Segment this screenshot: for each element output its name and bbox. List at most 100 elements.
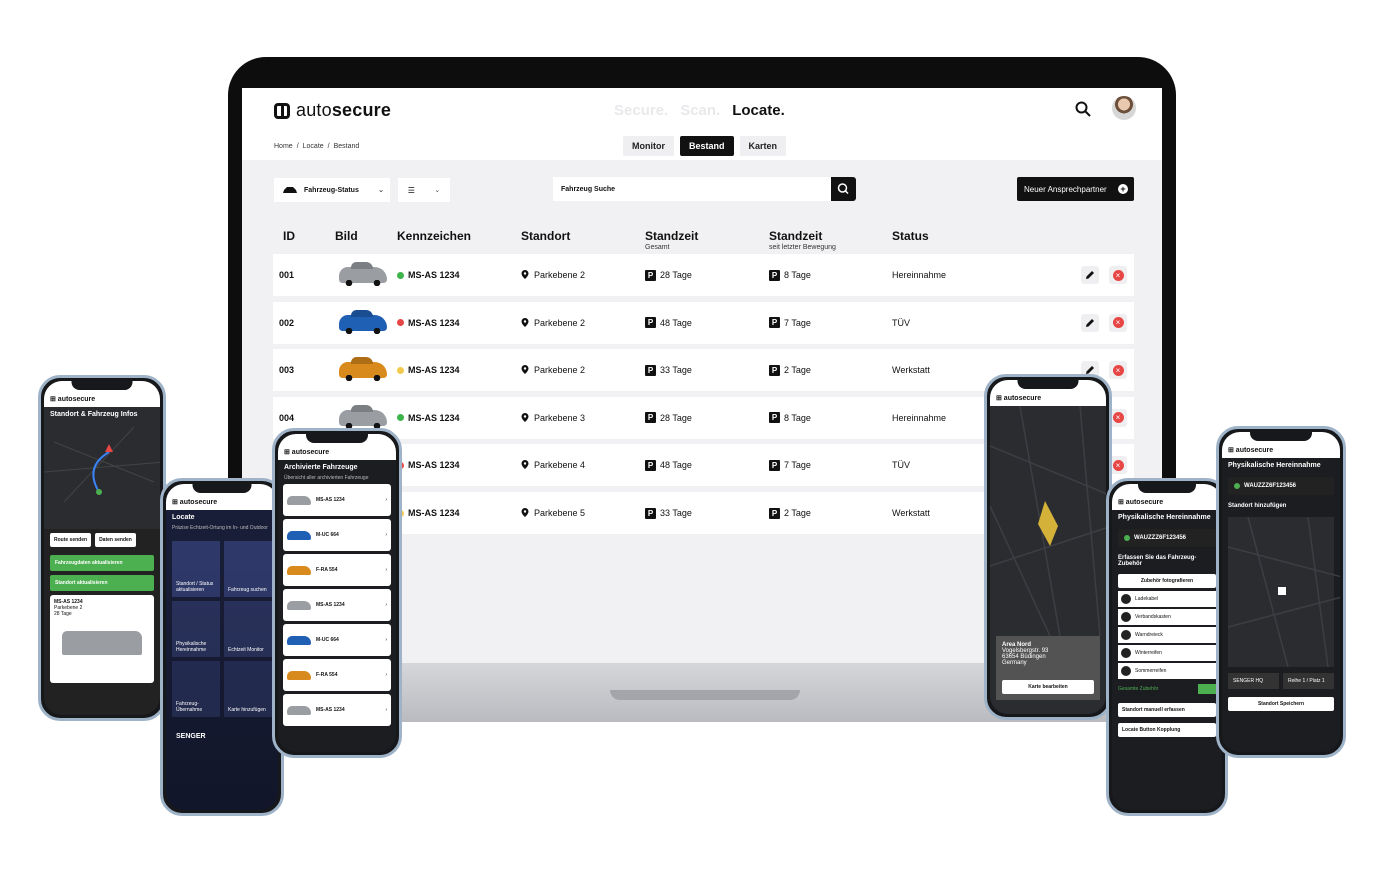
parking-icon: P	[645, 412, 656, 424]
total-time: 33 Tage	[660, 365, 692, 376]
update-location-button[interactable]: Standort aktualisieren	[50, 575, 154, 591]
close-icon: ×	[1112, 364, 1124, 376]
car-icon	[283, 186, 297, 193]
delete-button[interactable]: ×	[1109, 266, 1127, 284]
settings-filter-dropdown[interactable]: ☰ ⌄	[398, 178, 450, 202]
vin-field[interactable]: WAUZZZ6F123456	[1228, 477, 1334, 495]
location-cell: Parkebene 3	[521, 397, 585, 439]
logo[interactable]: autosecure	[274, 100, 391, 121]
close-icon: ×	[1112, 269, 1124, 281]
logo-text: ⊞ autosecure	[172, 499, 218, 506]
location: Parkebene 3	[534, 412, 586, 423]
location-pin-icon	[521, 460, 529, 470]
list-item[interactable]: M-UC 664 ›	[283, 519, 391, 551]
dark-map[interactable]	[990, 405, 1106, 637]
list-item[interactable]: MS-AS 1234 ›	[283, 694, 391, 726]
location-field-slot[interactable]: Reihe 1 / Platz 1	[1283, 673, 1334, 689]
th-standzeit-sub: Gesamt	[645, 244, 670, 251]
list-item[interactable]: M-UC 664 ›	[283, 624, 391, 656]
accessory-item[interactable]: Sommerreifen	[1118, 663, 1216, 679]
phone-title: Physikalische Hereinnahme	[1118, 514, 1211, 521]
edit-map-button[interactable]: Karte bearbeiten	[1002, 680, 1094, 694]
edit-cell	[1081, 302, 1099, 344]
list-item[interactable]: MS-AS 1234 ›	[283, 484, 391, 516]
share-button[interactable]: Daten senden	[95, 533, 136, 547]
tagline-locate: Locate.	[732, 102, 785, 119]
tile-update-location[interactable]: Standort / Status aktualisieren	[172, 541, 220, 597]
since-move: 8 Tage	[784, 270, 811, 280]
edit-cell	[1081, 254, 1099, 296]
tile-add-map[interactable]: Karte hinzufügen	[224, 661, 272, 717]
accessory-total-label: Gesamte Zubehör	[1118, 686, 1159, 692]
car-image	[287, 600, 311, 610]
status-cell: Werkstatt	[892, 365, 930, 376]
row-id: 003	[279, 365, 295, 376]
search-input[interactable]: Fahrzeug Suche	[553, 177, 831, 201]
breadcrumb-locate[interactable]: Locate	[303, 143, 324, 150]
tile-realtime-monitor[interactable]: Echtzeit Monitor	[224, 601, 272, 657]
accessory-item[interactable]: Verbandskasten	[1118, 609, 1216, 625]
list-item[interactable]: F-RA 554 ›	[283, 554, 391, 586]
status-filter-dropdown[interactable]: Fahrzeug-Status ⌄	[274, 178, 390, 202]
locate-button-pairing[interactable]: Locate Button Kopplung	[1118, 723, 1216, 737]
search-icon[interactable]	[1075, 101, 1091, 117]
accessory-item[interactable]: Warndreieck	[1118, 627, 1216, 643]
tab-monitor[interactable]: Monitor	[623, 136, 674, 156]
route-send-button[interactable]: Route senden	[50, 533, 92, 547]
list-item[interactable]: F-RA 554 ›	[283, 659, 391, 691]
avatar[interactable]	[1112, 96, 1136, 120]
parking-icon: P	[769, 459, 780, 471]
th-standzeit2-label: Standzeit	[769, 229, 823, 243]
save-location-button[interactable]: Standort Speichern	[1228, 697, 1334, 711]
accessory-name: Sommerreifen	[1135, 668, 1167, 674]
tab-karten[interactable]: Karten	[739, 136, 787, 156]
vin-field[interactable]: WAUZZZ6F123456	[1118, 529, 1216, 547]
chevron-right-icon: ›	[385, 707, 387, 713]
th-status: Status	[892, 229, 929, 243]
tab-bestand[interactable]: Bestand	[680, 136, 734, 156]
map-view[interactable]: Standort & Fahrzeug Infos	[44, 407, 160, 529]
search-icon	[837, 183, 849, 195]
vehicle-card[interactable]: MS-AS 1234 Parkebene 2 28 Tage	[50, 595, 154, 683]
phone-subtitle: Übersicht aller archivierten Fahrzeuge	[284, 475, 369, 481]
th-bild: Bild	[335, 229, 358, 243]
location: Parkebene 2	[534, 317, 586, 328]
chevron-down-icon: ⌄	[378, 187, 384, 194]
tabs: Monitor Bestand Karten	[623, 136, 787, 156]
table-row[interactable]: 002 MS-AS 1234 Parkebene 2 P 48 Tage P 7 T…	[273, 301, 1134, 344]
tile-search-vehicle[interactable]: Fahrzeug suchen	[224, 541, 272, 597]
since-move-cell: P 8 Tage	[769, 397, 811, 439]
action-row: Route senden Daten senden	[44, 529, 160, 551]
update-vehicle-button[interactable]: Fahrzeugdaten aktualisieren	[50, 555, 154, 571]
delete-button[interactable]: ×	[1109, 313, 1127, 332]
location-pin-icon	[521, 365, 529, 375]
search-button[interactable]	[831, 177, 856, 201]
location: Parkebene 2	[534, 365, 586, 376]
tile-vehicle-handover[interactable]: Fahrzeug-Übernahme	[172, 661, 220, 717]
new-contact-button[interactable]: Neuer Ansprechpartner +	[1017, 177, 1134, 201]
accessory-item[interactable]: Ladekabel	[1118, 591, 1216, 607]
plate: MS-AS 1234	[408, 412, 460, 423]
phone-locate-menu: ⊞ autosecure Locate Präzise Echtzeit-Ort…	[160, 478, 284, 816]
location-cell: Parkebene 2	[521, 302, 585, 344]
accessory-title: Erfassen Sie das Fahrzeug-Zubehör	[1118, 555, 1197, 567]
delete-button[interactable]: ×	[1109, 361, 1127, 380]
manual-location-button[interactable]: Standort manuell erfassen	[1118, 703, 1216, 717]
accessory-total-toggle[interactable]	[1198, 684, 1216, 694]
edit-button[interactable]	[1081, 313, 1099, 332]
total-time: 48 Tage	[660, 460, 692, 471]
location-map[interactable]	[1227, 516, 1340, 668]
accessory-item[interactable]: Winterreifen	[1118, 645, 1216, 661]
list-item[interactable]: MS-AS 1234 ›	[283, 589, 391, 621]
photo-accessory-button[interactable]: Zubehör fotografieren	[1118, 574, 1216, 588]
edit-button[interactable]	[1081, 266, 1099, 284]
total-time-cell: P 33 Tage	[645, 492, 692, 534]
breadcrumb-home[interactable]: Home	[274, 143, 293, 150]
plate: F-RA 554	[316, 567, 338, 573]
since-move: 7 Tage	[784, 317, 811, 328]
location-field-site[interactable]: SENGER HQ	[1228, 673, 1279, 689]
tile-physical-intake[interactable]: Physikalische Hereinnahme	[172, 601, 220, 657]
location-fields: SENGER HQ Reihe 1 / Platz 1	[1222, 671, 1340, 691]
breadcrumb-current: Bestand	[333, 143, 360, 150]
table-row[interactable]: 001 MS-AS 1234 Parkebene 2 P 28 Tage P 8 T…	[273, 254, 1134, 296]
